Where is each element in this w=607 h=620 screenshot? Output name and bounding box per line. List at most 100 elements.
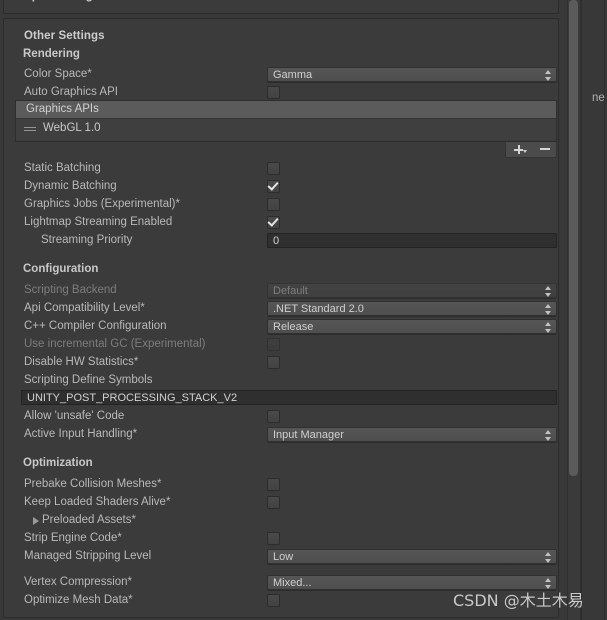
graphics-apis-list: Graphics APIs WebGL 1.0: [15, 100, 557, 142]
row-api-compatibility-level: Api Compatibility Level* .NET Standard 2…: [15, 301, 557, 318]
row-streaming-priority: Streaming Priority 0: [15, 233, 557, 250]
chevron-right-icon[interactable]: [33, 517, 39, 525]
dropdown-cpp-compiler-configuration-value: Release: [273, 321, 314, 333]
dropdown-managed-stripping-level[interactable]: Low: [267, 549, 557, 564]
label-graphics-jobs: Graphics Jobs (Experimental)*: [24, 198, 180, 210]
chevron-updown-icon: [545, 322, 552, 333]
row-scripting-define-symbols: Scripting Define Symbols: [15, 373, 557, 390]
row-allow-unsafe-code: Allow 'unsafe' Code: [15, 409, 557, 426]
graphics-apis-list-header: Graphics APIs: [16, 101, 556, 119]
label-static-batching: Static Batching: [24, 162, 101, 174]
row-active-input-handling: Active Input Handling* Input Manager: [15, 427, 557, 444]
dropdown-scripting-backend-value: Default: [273, 285, 308, 297]
list-item[interactable]: WebGL 1.0: [16, 119, 556, 140]
input-scripting-define-symbols-value: UNITY_POST_PROCESSING_STACK_V2: [27, 392, 238, 404]
dropdown-api-compatibility-level-value: .NET Standard 2.0: [273, 303, 364, 315]
chevron-updown-icon: [545, 70, 552, 81]
label-dynamic-batching: Dynamic Batching: [24, 180, 117, 192]
label-lightmap-streaming: Lightmap Streaming Enabled: [24, 216, 173, 228]
plus-icon: [514, 145, 523, 154]
chevron-updown-icon: [545, 430, 552, 441]
group-heading-rendering: Rendering: [23, 48, 80, 60]
dropdown-managed-stripping-level-value: Low: [273, 551, 294, 563]
label-optimize-mesh-data: Optimize Mesh Data*: [24, 594, 133, 606]
vertical-scrollbar-thumb[interactable]: [569, 0, 578, 476]
label-scripting-backend: Scripting Backend: [24, 284, 117, 296]
checkbox-dynamic-batching[interactable]: [267, 179, 280, 193]
label-strip-engine-code: Strip Engine Code*: [24, 532, 122, 544]
label-scripting-define-symbols: Scripting Define Symbols: [24, 374, 153, 386]
dropdown-vertex-compression-value: Mixed...: [273, 577, 312, 589]
chevron-down-icon: [523, 150, 527, 153]
checkbox-prebake-collision-meshes[interactable]: [267, 478, 280, 491]
dropdown-active-input-handling[interactable]: Input Manager: [267, 427, 557, 442]
graphics-apis-header-label: Graphics APIs: [26, 103, 99, 115]
splash-image-title: Splash Image: [24, 0, 99, 2]
inspector-window: Splash Image Other Settings Rendering Co…: [0, 0, 607, 620]
label-prebake-collision-meshes: Prebake Collision Meshes*: [24, 478, 162, 490]
dropdown-color-space-value: Gamma: [273, 69, 313, 81]
label-streaming-priority: Streaming Priority: [41, 234, 133, 246]
row-disable-hw-statistics: Disable HW Statistics*: [15, 355, 557, 372]
dropdown-active-input-handling-value: Input Manager: [273, 429, 344, 441]
row-strip-engine-code: Strip Engine Code*: [15, 531, 557, 548]
label-api-compatibility-level: Api Compatibility Level*: [24, 302, 145, 314]
input-scripting-define-symbols[interactable]: UNITY_POST_PROCESSING_STACK_V2: [21, 390, 557, 405]
row-incremental-gc: Use incremental GC (Experimental): [15, 337, 557, 354]
checkbox-static-batching[interactable]: [267, 162, 280, 175]
checkbox-allow-unsafe-code[interactable]: [267, 410, 280, 423]
label-keep-loaded-shaders-alive: Keep Loaded Shaders Alive*: [24, 496, 171, 508]
splash-image-section[interactable]: Splash Image: [3, 0, 559, 14]
row-color-space: Color Space* Gamma: [15, 67, 557, 84]
checkbox-incremental-gc: [267, 338, 280, 351]
checkbox-keep-loaded-shaders-alive[interactable]: [267, 496, 280, 509]
graphics-apis-list-buttons: [505, 142, 557, 158]
group-heading-optimization: Optimization: [23, 457, 93, 469]
checkbox-optimize-mesh-data[interactable]: [267, 594, 280, 607]
checkbox-lightmap-streaming[interactable]: [267, 215, 280, 229]
row-managed-stripping-level: Managed Stripping Level Low: [15, 549, 557, 566]
dropdown-api-compatibility-level[interactable]: .NET Standard 2.0: [267, 301, 557, 316]
label-disable-hw-statistics: Disable HW Statistics*: [24, 356, 139, 368]
chevron-updown-icon: [545, 552, 552, 563]
minus-icon: [540, 148, 550, 150]
input-streaming-priority-value: 0: [273, 235, 280, 247]
chevron-updown-icon: [545, 304, 552, 315]
label-color-space: Color Space*: [24, 68, 92, 80]
label-auto-graphics-api: Auto Graphics API: [24, 86, 118, 98]
remove-graphics-api-button[interactable]: [532, 142, 558, 156]
checkbox-disable-hw-statistics[interactable]: [267, 356, 280, 369]
chevron-updown-icon: [545, 286, 552, 297]
other-settings-title[interactable]: Other Settings: [24, 30, 105, 42]
label-vertex-compression: Vertex Compression*: [24, 576, 133, 588]
dropdown-cpp-compiler-configuration[interactable]: Release: [267, 319, 557, 334]
dropdown-scripting-backend: Default: [267, 283, 557, 298]
row-scripting-backend: Scripting Backend Default: [15, 283, 557, 300]
label-preloaded-assets: Preloaded Assets*: [42, 514, 136, 526]
label-cpp-compiler-configuration: C++ Compiler Configuration: [24, 320, 167, 332]
label-allow-unsafe-code: Allow 'unsafe' Code: [24, 410, 125, 422]
panel-divider: [581, 0, 582, 620]
add-graphics-api-button[interactable]: [506, 142, 532, 156]
row-static-batching: Static Batching: [15, 161, 557, 178]
label-incremental-gc: Use incremental GC (Experimental): [24, 338, 206, 350]
checkbox-strip-engine-code[interactable]: [267, 532, 280, 545]
dropdown-color-space[interactable]: Gamma: [267, 67, 557, 82]
row-prebake-collision-meshes: Prebake Collision Meshes*: [15, 477, 557, 494]
row-preloaded-assets[interactable]: Preloaded Assets*: [15, 513, 557, 530]
watermark: CSDN @木土木易: [453, 591, 584, 610]
row-dynamic-batching: Dynamic Batching: [15, 179, 557, 196]
row-lightmap-streaming: Lightmap Streaming Enabled: [15, 215, 557, 232]
drag-handle-icon[interactable]: [24, 127, 36, 132]
clipped-neighbor-text: ne: [592, 92, 605, 104]
check-icon: [267, 179, 279, 191]
checkbox-auto-graphics-api[interactable]: [267, 86, 280, 99]
row-graphics-jobs: Graphics Jobs (Experimental)*: [15, 197, 557, 214]
label-managed-stripping-level: Managed Stripping Level: [24, 550, 152, 562]
row-cpp-compiler-configuration: C++ Compiler Configuration Release: [15, 319, 557, 336]
label-active-input-handling: Active Input Handling*: [24, 428, 138, 440]
group-heading-configuration: Configuration: [23, 263, 99, 275]
check-icon: [267, 215, 279, 227]
checkbox-graphics-jobs[interactable]: [267, 198, 280, 211]
input-streaming-priority[interactable]: 0: [267, 233, 557, 248]
